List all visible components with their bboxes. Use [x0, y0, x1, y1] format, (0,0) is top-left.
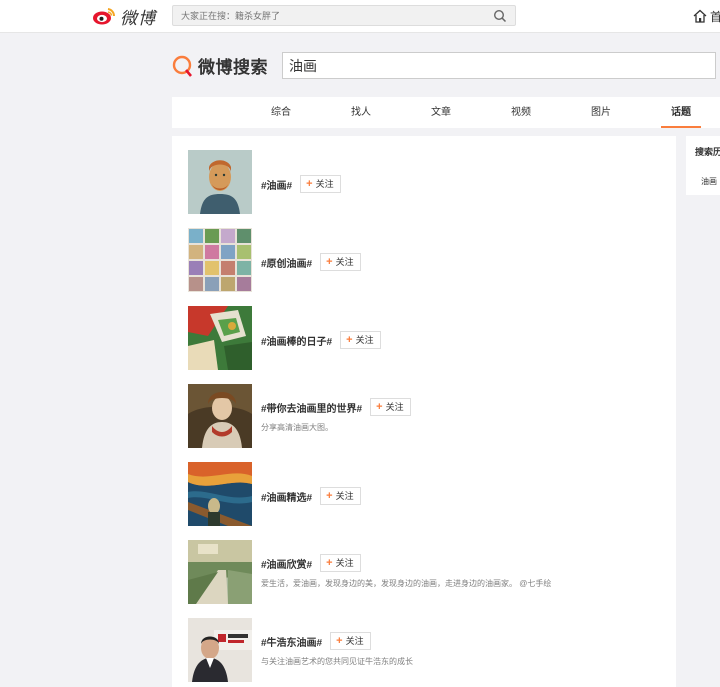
topic-thumbnail[interactable]	[188, 462, 252, 526]
main-search-input[interactable]	[283, 53, 715, 78]
topic-name[interactable]: #油画欣赏#	[261, 556, 312, 571]
topic-name[interactable]: #牛浩东油画#	[261, 634, 322, 649]
plus-icon: +	[326, 557, 333, 569]
topic-description: 分享高清油画大图。	[261, 423, 333, 432]
search-history-panel: 搜索历 油画	[686, 136, 720, 195]
topic-name[interactable]: #油画精选#	[261, 489, 312, 504]
follow-label: 关注	[335, 558, 354, 568]
topic-name[interactable]: #原创油画#	[261, 255, 312, 270]
tab-videos[interactable]: 视频	[501, 97, 541, 128]
topic-title-line: #油画棒的日子# + 关注	[261, 331, 381, 349]
topic-title-line: #原创油画# + 关注	[261, 253, 361, 271]
weibo-logo[interactable]: 微博	[92, 5, 156, 28]
home-icon[interactable]	[692, 8, 708, 24]
topic-results-list: #油画# + 关注 #原创油画# + 关注 #油画棒的日子# + 关注 #带你去…	[172, 136, 676, 687]
topic-description: 爱生活，爱油画，发现身边的美，发现身边的油画，走进身边的油画家。 @七手绘	[261, 579, 552, 588]
topic-title-line: #油画# + 关注	[261, 175, 341, 193]
topic-result-item: #油画欣赏# + 关注 爱生活，爱油画，发现身边的美，发现身边的油画，走进身边的…	[188, 540, 668, 604]
follow-button[interactable]: + 关注	[320, 554, 361, 572]
plus-icon: +	[326, 490, 333, 502]
follow-button[interactable]: + 关注	[320, 253, 361, 271]
search-icon[interactable]	[493, 9, 507, 23]
follow-label: 关注	[355, 335, 374, 345]
weibo-eye-icon	[93, 8, 116, 25]
plus-icon: +	[326, 256, 333, 268]
search-tabs: 综合 找人 文章 视频 图片 话题	[172, 97, 720, 128]
top-search-input[interactable]	[173, 6, 489, 26]
tab-articles[interactable]: 文章	[421, 97, 461, 128]
follow-button[interactable]: + 关注	[340, 331, 381, 349]
topic-title-line: #油画欣赏# + 关注	[261, 554, 361, 572]
follow-label: 关注	[335, 257, 354, 267]
topic-title-line: #牛浩东油画# + 关注	[261, 632, 371, 650]
follow-label: 关注	[385, 402, 404, 412]
topic-thumbnail[interactable]	[188, 150, 252, 214]
topic-result-item: #油画# + 关注	[188, 150, 668, 214]
topic-thumbnail[interactable]	[188, 540, 252, 604]
plus-icon: +	[346, 334, 353, 346]
topic-description: 与关注油画艺术的您共同见证牛浩东的成长	[261, 657, 413, 666]
topic-thumbnail[interactable]	[188, 228, 252, 292]
topic-name[interactable]: #油画棒的日子#	[261, 333, 332, 348]
plus-icon: +	[376, 401, 383, 413]
topic-result-item: #油画棒的日子# + 关注	[188, 306, 668, 370]
topic-result-item: #原创油画# + 关注	[188, 228, 668, 292]
search-history-item[interactable]: 油画	[701, 176, 717, 187]
topic-result-item: #油画精选# + 关注	[188, 462, 668, 526]
follow-button[interactable]: + 关注	[300, 175, 341, 193]
plus-icon: +	[306, 178, 313, 190]
follow-label: 关注	[345, 636, 364, 646]
tab-topics[interactable]: 话题	[661, 97, 701, 128]
top-nav-bar: 微博 首	[0, 0, 720, 33]
tab-images[interactable]: 图片	[581, 97, 621, 128]
logo-text: 微博	[120, 8, 156, 28]
follow-label: 关注	[335, 491, 354, 501]
tab-users[interactable]: 找人	[341, 97, 381, 128]
tab-general[interactable]: 综合	[261, 97, 301, 128]
topic-name[interactable]: #带你去油画里的世界#	[261, 400, 362, 415]
home-link[interactable]: 首	[710, 8, 720, 25]
topic-result-item: #牛浩东油画# + 关注 与关注油画艺术的您共同见证牛浩东的成长	[188, 618, 668, 682]
search-history-title: 搜索历	[695, 147, 720, 157]
plus-icon: +	[336, 635, 343, 647]
brand-title: 微博搜索	[198, 58, 268, 77]
follow-button[interactable]: + 关注	[330, 632, 371, 650]
topic-thumbnail[interactable]	[188, 618, 252, 682]
follow-button[interactable]: + 关注	[320, 487, 361, 505]
follow-label: 关注	[315, 179, 334, 189]
topic-title-line: #油画精选# + 关注	[261, 487, 361, 505]
top-search-box	[172, 5, 516, 26]
follow-button[interactable]: + 关注	[370, 398, 411, 416]
weibo-search-brand: 微博搜索	[172, 53, 268, 78]
topic-name[interactable]: #油画#	[261, 177, 292, 192]
topic-thumbnail[interactable]	[188, 384, 252, 448]
weibo-search-logo-icon	[172, 55, 192, 77]
topic-thumbnail[interactable]	[188, 306, 252, 370]
main-search-box	[282, 52, 716, 79]
topic-title-line: #带你去油画里的世界# + 关注	[261, 398, 411, 416]
topic-result-item: #带你去油画里的世界# + 关注 分享高清油画大图。	[188, 384, 668, 448]
